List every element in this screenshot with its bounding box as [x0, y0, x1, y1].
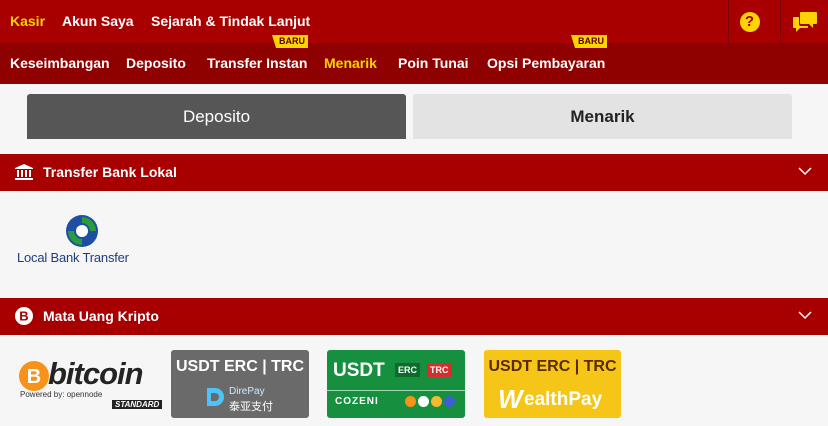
- direpay-provider-name: DirePay: [229, 386, 265, 397]
- bitcoin-powered-by: Powered by: opennode: [20, 390, 103, 399]
- coin-dot-icon: [418, 396, 429, 407]
- bank-icon: [15, 164, 33, 180]
- chat-button[interactable]: [780, 0, 828, 43]
- section-body-local-bank: Local Bank Transfer: [0, 191, 828, 298]
- top-nav-sejarah[interactable]: Sejarah & Tindak Lanjut: [151, 13, 310, 29]
- trc-chip: TRC: [427, 363, 452, 377]
- erc-chip: ERC: [395, 363, 421, 377]
- direpay-usdt-card[interactable]: USDT ERC | TRC DirePay 泰亚支付: [171, 350, 309, 418]
- chevron-down-icon[interactable]: [798, 164, 812, 178]
- sub-nav-opsi-pembayaran[interactable]: Opsi Pembayaran: [487, 55, 605, 71]
- top-nav-akun-saya[interactable]: Akun Saya: [62, 13, 134, 29]
- coin-dot-icon: [405, 396, 416, 407]
- section-title: Transfer Bank Lokal: [43, 164, 177, 180]
- svg-text:B: B: [27, 366, 41, 388]
- section-header-crypto[interactable]: B Mata Uang Kripto: [0, 298, 828, 335]
- direpay-card-title: USDT ERC | TRC: [175, 358, 305, 375]
- sub-nav-keseimbangan[interactable]: Keseimbangan: [10, 55, 110, 71]
- help-icon: ?: [739, 11, 760, 32]
- bitcoin-coin-icon: B: [19, 361, 49, 391]
- local-bank-logo-icon: [66, 215, 98, 247]
- chat-icon: [792, 11, 817, 32]
- coin-dot-icon: [431, 396, 442, 407]
- direpay-provider-cn: 泰亚支付: [229, 401, 273, 413]
- cozeni-divider: [327, 390, 465, 391]
- coin-dot-icon: [444, 396, 455, 407]
- local-bank-transfer-card[interactable]: [14, 209, 154, 279]
- wealthpay-w-icon: W: [498, 384, 523, 414]
- new-badge: BARU: [571, 35, 607, 48]
- wealthpay-provider-name: ealthPay: [524, 389, 603, 410]
- svg-text:B: B: [19, 309, 28, 324]
- new-badge: BARU: [272, 35, 308, 48]
- section-title: Mata Uang Kripto: [43, 308, 159, 324]
- cozeni-provider-name: COZENI: [335, 396, 379, 407]
- sub-nav-menarik[interactable]: Menarik: [324, 55, 377, 71]
- top-nav-kasir[interactable]: Kasir: [10, 13, 45, 29]
- wealthpay-usdt-card[interactable]: USDT ERC | TRC W ealthPay: [484, 350, 621, 418]
- local-bank-transfer-label: Local Bank Transfer: [17, 250, 129, 265]
- bitcoin-standard-tag: STANDARD: [112, 400, 163, 409]
- sub-nav-deposito[interactable]: Deposito: [126, 55, 186, 71]
- tab-deposito[interactable]: Deposito: [27, 94, 406, 139]
- section-header-local-bank[interactable]: Transfer Bank Lokal: [0, 154, 828, 191]
- sub-nav-transfer-instan[interactable]: Transfer Instan: [207, 55, 307, 71]
- help-button[interactable]: ?: [728, 0, 770, 43]
- bitcoin-label: bitcoin: [48, 356, 144, 391]
- chevron-down-icon[interactable]: [798, 308, 812, 322]
- cozeni-card-title: USDT: [333, 360, 385, 381]
- sub-nav-poin-tunai[interactable]: Poin Tunai: [398, 55, 469, 71]
- top-nav: Kasir Akun Saya Sejarah & Tindak Lanjut …: [0, 0, 828, 43]
- direpay-logo-icon: [207, 388, 224, 406]
- cozeni-usdt-card[interactable]: USDT ERC TRC COZENI: [327, 350, 465, 418]
- tab-menarik[interactable]: Menarik: [413, 94, 792, 139]
- bitcoin-icon: B: [15, 307, 33, 325]
- wealthpay-card-title: USDT ERC | TRC: [488, 358, 617, 375]
- sub-nav: Keseimbangan Deposito Transfer Instan BA…: [0, 35, 828, 84]
